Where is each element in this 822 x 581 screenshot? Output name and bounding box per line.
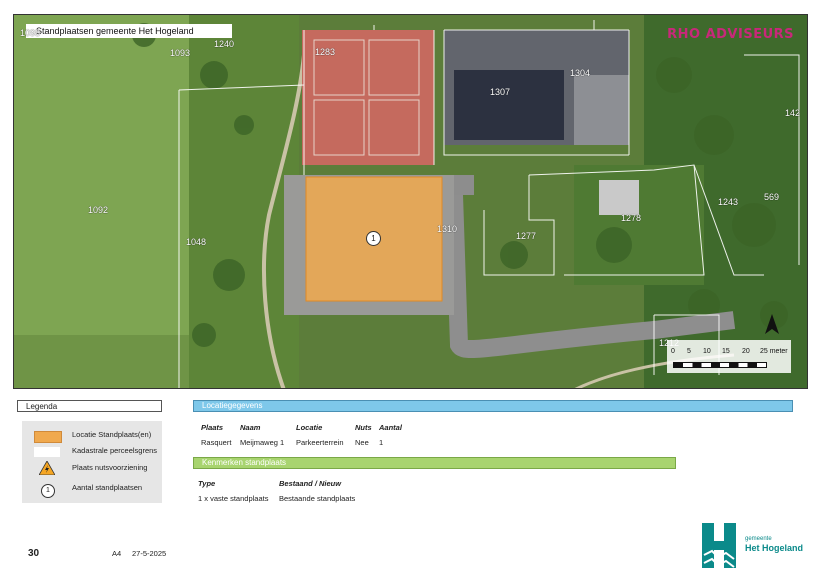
parcel-label: 1048 — [186, 237, 207, 247]
legend-heading: Legenda — [17, 400, 162, 412]
scale-tick: 0 — [671, 348, 675, 355]
col-header-type: Type — [198, 479, 216, 488]
cell-nuts: Nee — [355, 438, 369, 447]
legend-box: Locatie Standplaats(en) Kadastrale perce… — [22, 421, 162, 503]
col-header-naam: Naam — [240, 423, 261, 432]
col-header-plaats: Plaats — [201, 423, 224, 432]
col-header-locatie: Locatie — [296, 423, 323, 432]
parcel-label: 1278 — [621, 213, 642, 223]
cell-plaats: Rasquert — [201, 438, 232, 447]
cell-aantal: 1 — [379, 438, 384, 447]
gemeente-logo-mark-icon — [702, 523, 736, 568]
parcel-label: 1093 — [170, 48, 191, 58]
locatiegegevens-heading: Locatiegegevens — [193, 400, 793, 412]
page-format: A4 — [112, 549, 122, 558]
map-imagery — [14, 15, 807, 388]
scale-bar-graphic — [673, 362, 767, 368]
parcel-label: 1304 — [570, 68, 591, 78]
electric-warning-icon — [38, 460, 56, 480]
legend-label: Locatie Standplaats(en) — [72, 430, 152, 439]
parcel-label: 1283 — [315, 47, 336, 57]
cell-type: 1 x vaste standplaats — [198, 494, 269, 503]
col-header-aantal: Aantal — [379, 423, 402, 432]
parcel-label: 1092 — [88, 205, 109, 215]
scale-tick: 15 — [722, 348, 730, 355]
parcel-label: 1310 — [437, 224, 458, 234]
page-number: 30 — [28, 548, 40, 559]
page-date: 27-5-2025 — [132, 549, 167, 558]
scale-tick: 5 — [687, 348, 691, 355]
col-header-nuts: Nuts — [355, 423, 372, 432]
logo-title: Het Hogeland — [745, 543, 804, 553]
orange-fill-swatch — [34, 431, 62, 443]
scale-tick: 10 — [703, 348, 711, 355]
cell-locatie: Parkeerterrein — [296, 438, 344, 447]
parcel-label: 142 — [785, 108, 801, 118]
map-title: Standplaatsen gemeente Het Hogeland — [26, 24, 232, 38]
parcel-label: 1277 — [516, 231, 537, 241]
aerial-map[interactable] — [13, 14, 808, 389]
north-arrow-icon — [765, 314, 779, 339]
col-header-bestaand: Bestaand / Nieuw — [279, 479, 342, 488]
scale-tick: 25 meter — [760, 348, 788, 355]
legend-label: Plaats nutsvoorziening — [72, 463, 148, 472]
kenmerken-heading: Kenmerken standplaats — [193, 457, 676, 469]
logo-subtitle: gemeente — [745, 536, 772, 542]
parcel-label: 1307 — [490, 87, 511, 97]
scale-bar: 0 5 10 15 20 25 meter — [667, 340, 791, 373]
scale-tick: 20 — [742, 348, 750, 355]
parcel-label: 1240 — [214, 39, 235, 49]
number-circle-icon: 1 — [41, 484, 55, 498]
cell-bestaand: Bestaande standplaats — [279, 494, 356, 503]
parcel-label: 569 — [764, 192, 780, 202]
legend-label: Aantal standplaatsen — [72, 483, 143, 492]
parcel-label: 1098 — [20, 28, 41, 38]
brand-logo-text: RHO ADVISEURS — [667, 27, 794, 42]
legend-label: Kadastrale perceelsgrens — [72, 446, 158, 455]
standplaats-count-marker[interactable]: 1 — [366, 231, 381, 246]
white-line-swatch — [34, 447, 60, 457]
cell-naam: Meijmaweg 1 — [240, 438, 285, 447]
parcel-label: 1243 — [718, 197, 739, 207]
